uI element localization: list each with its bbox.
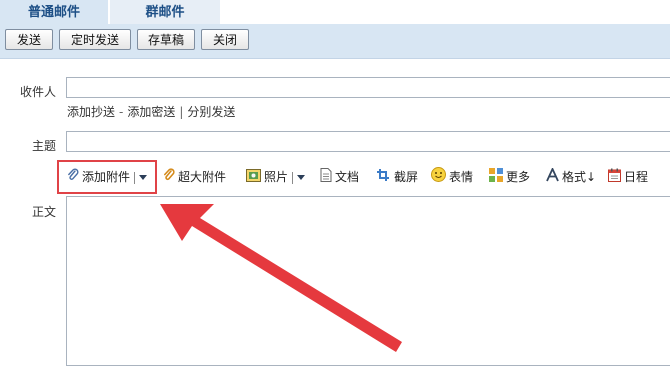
annotation-arrow [160, 204, 402, 352]
